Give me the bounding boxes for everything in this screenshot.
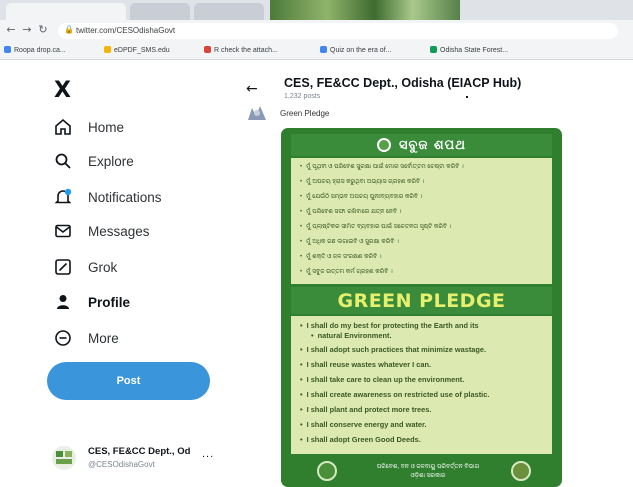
back-arrow-icon[interactable]: ← (246, 81, 258, 97)
sidebar-item-home[interactable]: Home (52, 114, 124, 140)
bell-icon (52, 186, 74, 208)
odia-pledge-line: ମୁଁ ଅପଚୟ ହ୍ରାସ କରୁଥିବା ଅଭ୍ୟାସ ଗ୍ରହଣ କରିବ… (300, 179, 424, 186)
sidebar-item-notifications[interactable]: Notifications (52, 184, 162, 210)
green-pledge-title-band: GREEN PLEDGE (291, 287, 552, 314)
person-icon (52, 291, 74, 313)
bookmark-item[interactable]: R check the attach... (204, 46, 278, 54)
bookmark-item[interactable]: Quiz on the era of... (320, 46, 391, 54)
poster-footer: ପରିବେଶ, ବନ ଓ ଜଳବାୟୁ ପରିବର୍ତ୍ତନ ବିଭାଗ ଓଡ଼… (291, 457, 552, 485)
account-handle: @CESOdishaGovt (88, 460, 155, 469)
pledge-line: I shall plant and protect more trees. (300, 405, 432, 414)
avatar (52, 446, 76, 470)
grok-icon (52, 256, 74, 278)
sidebar-item-label: Notifications (88, 189, 162, 205)
pledge-line: I shall reuse wastes whatever I can. (300, 360, 431, 369)
tweet-avatar-icon[interactable] (246, 104, 268, 122)
eiacp-logo-icon (511, 461, 531, 481)
tweet-text: Green Pledge (280, 109, 330, 118)
sidebar-item-messages[interactable]: Messages (52, 218, 150, 244)
browser-tab[interactable] (130, 3, 190, 20)
pledge-line: natural Environment. (311, 331, 392, 340)
emblem-icon (377, 138, 391, 152)
lock-icon: 🔒 (64, 25, 74, 34)
url-bar[interactable]: 🔒 twitter.com/CESOdishaGovt (58, 23, 618, 39)
odia-pledge-line: ମୁଁ ଶକ୍ତି ଓ ଜଳ ସଂରକ୍ଷଣ କରିବି । (300, 254, 381, 261)
url-text: twitter.com/CESOdishaGovt (76, 26, 176, 35)
more-dots-icon[interactable]: ... (202, 448, 214, 460)
odia-pledge-line: ମୁଁ ଅଧିକ ଗଛ ଲଗାଇବି ଓ ସୁରକ୍ଷା କରିବି । (300, 239, 399, 246)
forward-nav-icon[interactable]: → (20, 23, 34, 37)
sidebar-item-profile[interactable]: Profile (52, 289, 130, 315)
sidebar-item-label: Profile (88, 294, 131, 310)
post-button[interactable]: Post (47, 362, 210, 400)
x-logo-icon[interactable]: X (54, 78, 71, 103)
sidebar-item-explore[interactable]: Explore (52, 148, 134, 174)
english-pledge-panel: I shall do my best for protecting the Ea… (291, 316, 552, 454)
search-icon (52, 150, 74, 172)
bookmark-icon (430, 46, 437, 53)
back-nav-icon[interactable]: ← (4, 23, 18, 37)
post-count: 1,232 posts (284, 93, 321, 100)
account-switcher[interactable]: CES, FE&CC Dept., Od @CESOdishaGovt ... (52, 444, 227, 478)
bookmark-item[interactable]: Odisha State Forest... (430, 46, 508, 54)
browser-tab[interactable] (6, 3, 126, 20)
odia-title-band: ସବୁଜ ଶପଥ (291, 134, 552, 156)
pledge-line: I shall take care to clean up the enviro… (300, 375, 465, 384)
sidebar-item-label: Messages (88, 223, 150, 239)
sidebar-item-label: Explore (88, 153, 134, 169)
bookmarks-bar: Roopa drop.ca... eDPDF_SMS.edu R check t… (0, 42, 633, 60)
address-row: ← → ↻ 🔒 twitter.com/CESOdishaGovt (0, 20, 633, 42)
sidebar-item-label: Grok (88, 259, 118, 275)
pledge-line: I shall adopt such practices that minimi… (300, 345, 486, 354)
sidebar-item-label: Home (88, 119, 125, 135)
green-pledge-poster-image[interactable]: ସବୁଜ ଶପଥ ମୁଁ ପୃଥିବୀ ଓ ପରିବେଶ ସୁରକ୍ଷା ପାଇ… (281, 128, 562, 487)
green-pledge-title: GREEN PLEDGE (337, 289, 506, 312)
bookmark-icon (4, 46, 11, 53)
account-name: CES, FE&CC Dept., Od (88, 446, 191, 457)
browser-tab[interactable] (194, 3, 264, 20)
odia-pledge-line: ମୁଁ ପୃଥିବୀ ଓ ପରିବେଶ ସୁରକ୍ଷା ପାଇଁ ମୋର ସର୍… (300, 164, 464, 171)
profile-name: CES, FE&CC Dept., Odisha (EIACP Hub) (284, 76, 522, 90)
bookmark-icon (204, 46, 211, 53)
footer-line: ପରିବେଶ, ବନ ଓ ଜଳବାୟୁ ପରିବର୍ତ୍ତନ ବିଭାଗ (376, 464, 480, 470)
divider-dot (466, 96, 468, 98)
odia-pledge-line: ମୁଁ ପରିବେଶ ସଫା ରଖିବାରେ ଯତ୍ନ ନେବି । (300, 209, 401, 216)
odia-pledge-line: ମୁଁ ସବୁଜ ଉତ୍ତମ କର୍ମ ଗ୍ରହଣ କରିବି । (300, 269, 393, 276)
pledge-line: I shall create awareness on restricted u… (300, 390, 490, 399)
footer-line: ଓଡ଼ିଶା ସରକାର (410, 473, 446, 479)
bookmark-item[interactable]: eDPDF_SMS.edu (104, 46, 170, 54)
pledge-line: I shall conserve energy and water. (300, 420, 427, 429)
browser-tab-strip (0, 0, 633, 20)
bookmark-item[interactable]: Roopa drop.ca... (4, 46, 66, 54)
more-circle-icon (52, 327, 74, 349)
reload-icon[interactable]: ↻ (36, 23, 50, 37)
footer-text: ପରିବେଶ, ବନ ଓ ଜଳବାୟୁ ପରିବର୍ତ୍ତନ ବିଭାଗ ଓଡ଼… (353, 463, 503, 481)
home-icon (52, 116, 74, 138)
pledge-line: I shall do my best for protecting the Ea… (300, 321, 479, 330)
bookmark-icon (104, 46, 111, 53)
bookmark-icon (320, 46, 327, 53)
odia-pledge-line: ମୁଁ ଯେଉଁଠି ସମ୍ଭବ ଅପଚୟ ପୁନଃବ୍ୟବହାର କରିବି … (300, 194, 422, 201)
government-logo-icon (317, 461, 337, 481)
tab-thumbnail-image (270, 0, 460, 20)
sidebar-item-label: More (88, 330, 119, 346)
odia-pledge-line: ମୁଁ ପ୍ଲାଷ୍ଟିକର ସୀମିତ ବ୍ୟବହାର ପାଇଁ ସଚେତନତ… (300, 224, 451, 231)
odia-pledge-panel: ମୁଁ ପୃଥିବୀ ଓ ପରିବେଶ ସୁରକ୍ଷା ପାଇଁ ମୋର ସର୍… (291, 158, 552, 284)
odia-title: ସବୁଜ ଶପଥ (399, 137, 466, 153)
sidebar-item-more[interactable]: More (52, 325, 119, 351)
sidebar-item-grok[interactable]: Grok (52, 254, 117, 280)
mail-icon (52, 220, 74, 242)
pledge-line: I shall adopt Green Good Deeds. (300, 435, 421, 444)
